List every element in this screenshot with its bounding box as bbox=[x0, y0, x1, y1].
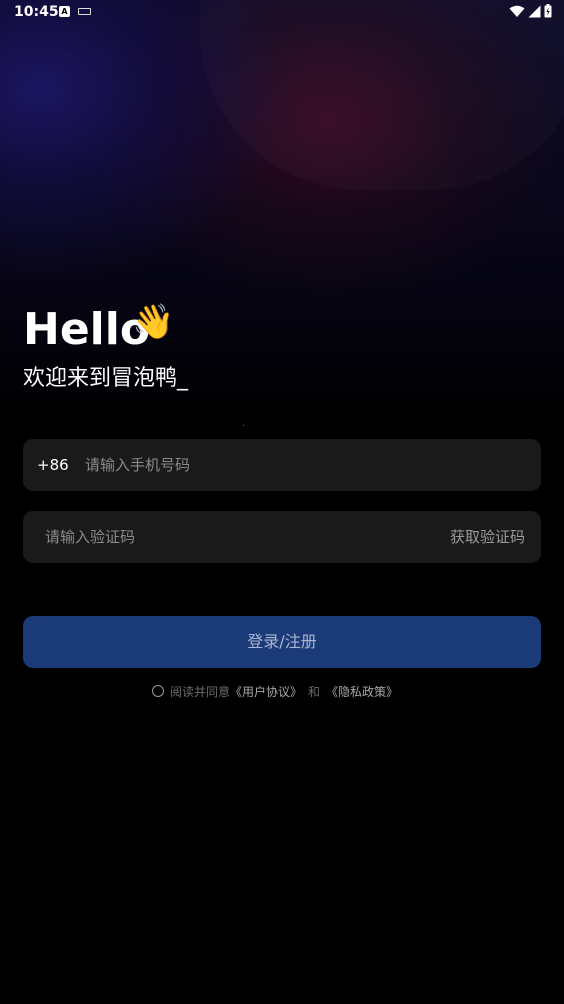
status-icons bbox=[509, 4, 552, 18]
status-time: 10:45 bbox=[14, 4, 59, 20]
privacy-policy-link[interactable]: 《隐私政策》 bbox=[326, 683, 398, 700]
country-code[interactable]: +86 bbox=[37, 439, 69, 491]
app-notification-icon: A bbox=[59, 6, 70, 17]
signal-icon bbox=[528, 5, 541, 17]
phone-input[interactable] bbox=[85, 439, 515, 491]
verification-code-input[interactable] bbox=[45, 511, 425, 563]
waving-hand-icon: 👋 bbox=[132, 302, 175, 342]
wifi-icon bbox=[509, 5, 525, 17]
hello-title: Hello bbox=[23, 304, 151, 355]
battery-icon bbox=[544, 4, 552, 18]
agreement-separator: 和 bbox=[308, 684, 321, 699]
keyboard-icon bbox=[78, 8, 91, 15]
phone-field: +86 bbox=[23, 439, 541, 491]
verification-field: 获取验证码 bbox=[23, 511, 541, 563]
decorative-dot bbox=[243, 425, 244, 426]
agreement-prefix: 阅读并同意 bbox=[170, 684, 231, 699]
get-code-button[interactable]: 获取验证码 bbox=[450, 511, 525, 563]
agreement-row: 阅读并同意 《用户协议》 和 《隐私政策》 bbox=[152, 683, 398, 699]
login-register-button[interactable]: 登录/注册 bbox=[23, 616, 541, 668]
user-agreement-link[interactable]: 《用户协议》 bbox=[230, 683, 302, 700]
agree-checkbox[interactable] bbox=[152, 685, 164, 697]
status-bar: 10:45 A bbox=[0, 0, 564, 24]
welcome-text: 欢迎来到冒泡鸭_ bbox=[23, 366, 189, 391]
